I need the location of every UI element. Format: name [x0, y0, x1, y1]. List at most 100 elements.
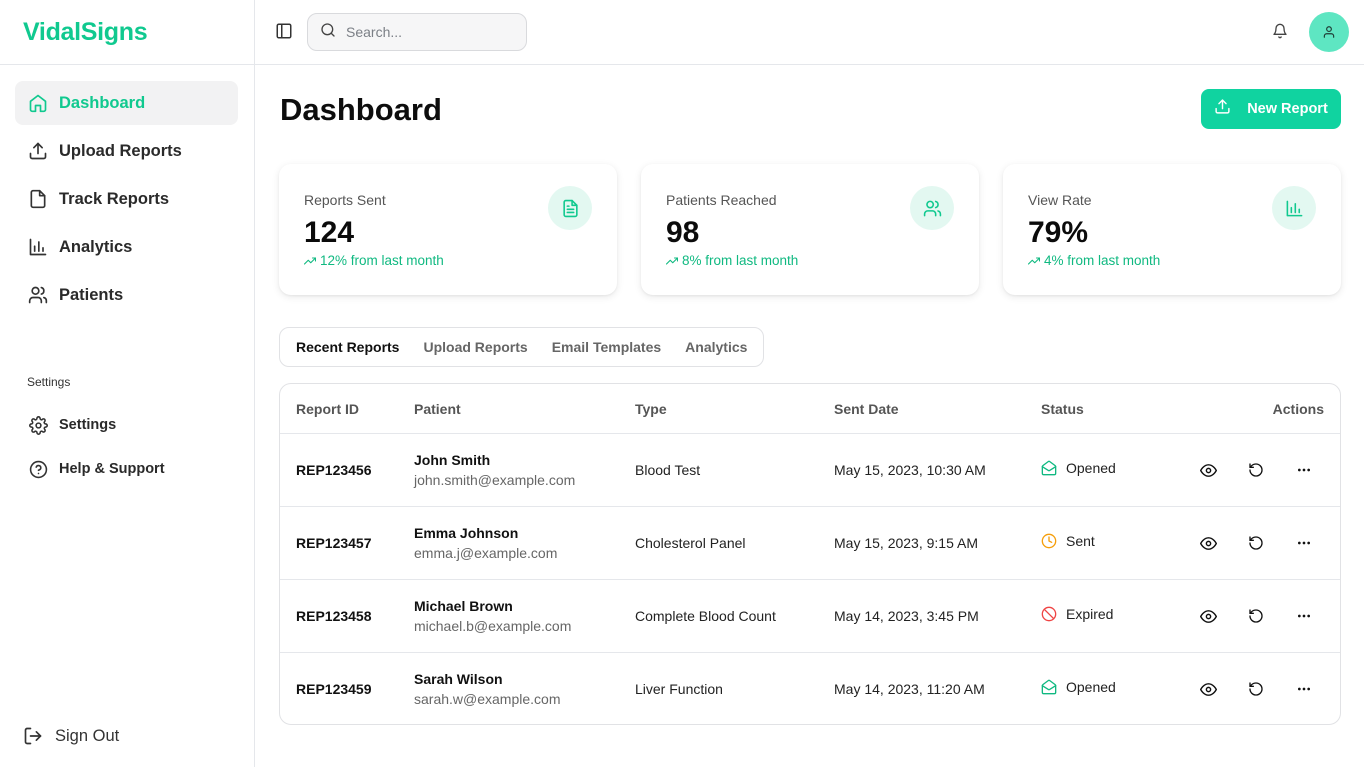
- status-badge: Sent: [1041, 533, 1095, 549]
- bar-chart-icon: [1272, 186, 1316, 230]
- brand-header: VidalSigns: [0, 0, 254, 65]
- patient-name: Sarah Wilson: [414, 671, 503, 687]
- sidebar-item-upload-reports[interactable]: Upload Reports: [15, 129, 238, 173]
- mail-open-icon: [1041, 460, 1057, 476]
- tab-email-templates[interactable]: Email Templates: [540, 331, 673, 363]
- search-input[interactable]: [346, 24, 506, 40]
- user-icon: [1323, 26, 1335, 38]
- sidebar-item-label: Analytics: [59, 237, 133, 256]
- sidebar-toggle-icon[interactable]: [275, 22, 295, 42]
- patient-email: michael.b@example.com: [414, 618, 572, 634]
- eye-icon[interactable]: [1198, 533, 1218, 553]
- trending-up-icon: [304, 256, 316, 265]
- mail-open-icon: [1041, 679, 1057, 695]
- resend-icon[interactable]: [1246, 460, 1266, 480]
- patient-name: Michael Brown: [414, 598, 513, 614]
- trending-up-icon: [1028, 256, 1040, 265]
- brand-logo-text[interactable]: VidalSigns: [23, 18, 148, 47]
- bell-icon[interactable]: [1272, 23, 1290, 41]
- stat-trend-text: 12% from last month: [320, 253, 444, 268]
- search-icon: [320, 22, 336, 43]
- table-row: REP123457 Emma Johnson emma.j@example.co…: [280, 507, 1340, 580]
- stat-card-reports-sent: Reports Sent 124 12% from last month: [279, 164, 617, 295]
- more-horizontal-icon[interactable]: [1294, 606, 1314, 626]
- new-report-button[interactable]: New Report: [1201, 89, 1341, 129]
- sent-date: May 14, 2023, 3:45 PM: [834, 608, 979, 624]
- eye-icon[interactable]: [1198, 606, 1218, 626]
- patient-name: John Smith: [414, 452, 491, 468]
- sent-date: May 15, 2023, 10:30 AM: [834, 462, 986, 478]
- home-icon: [27, 92, 49, 114]
- tab-upload-reports[interactable]: Upload Reports: [411, 331, 539, 363]
- sidebar-item-label: Settings: [59, 417, 117, 433]
- status-text: Expired: [1066, 606, 1114, 622]
- more-horizontal-icon[interactable]: [1294, 460, 1314, 480]
- patient-email: sarah.w@example.com: [414, 691, 561, 707]
- upload-icon: [1214, 98, 1231, 120]
- file-icon: [27, 188, 49, 210]
- avatar[interactable]: [1309, 12, 1349, 52]
- report-type: Blood Test: [635, 462, 701, 478]
- patient-email: emma.j@example.com: [414, 545, 558, 561]
- sidebar-item-settings[interactable]: Settings: [15, 403, 239, 447]
- sidebar-item-analytics[interactable]: Analytics: [15, 225, 238, 269]
- report-id: REP123459: [296, 681, 372, 697]
- status-text: Opened: [1066, 460, 1116, 476]
- resend-icon[interactable]: [1246, 533, 1266, 553]
- status-badge: Opened: [1041, 460, 1116, 476]
- stat-card-patients-reached: Patients Reached 98 8% from last month: [641, 164, 979, 295]
- ban-icon: [1041, 606, 1057, 622]
- more-horizontal-icon[interactable]: [1294, 679, 1314, 699]
- report-id: REP123457: [296, 535, 372, 551]
- stat-trend-text: 4% from last month: [1044, 253, 1161, 268]
- sidebar: VidalSigns Dashboard Upload Reports Trac…: [0, 0, 255, 767]
- column-header-actions: Actions: [1272, 401, 1324, 417]
- more-horizontal-icon[interactable]: [1294, 533, 1314, 553]
- sent-date: May 15, 2023, 9:15 AM: [834, 535, 978, 551]
- eye-icon[interactable]: [1198, 460, 1218, 480]
- sidebar-item-help-support[interactable]: Help & Support: [15, 447, 239, 491]
- main-nav: Dashboard Upload Reports Track Reports A…: [0, 65, 254, 317]
- report-type: Liver Function: [635, 681, 723, 697]
- page-title: Dashboard: [280, 92, 442, 127]
- stat-trend-text: 8% from last month: [682, 253, 799, 268]
- column-header-report-id: Report ID: [296, 401, 359, 417]
- eye-icon[interactable]: [1198, 679, 1218, 699]
- file-text-icon: [548, 186, 592, 230]
- stat-value: 124: [304, 216, 355, 249]
- sidebar-item-patients[interactable]: Patients: [15, 273, 238, 317]
- tab-recent-reports[interactable]: Recent Reports: [284, 331, 412, 363]
- column-header-patient: Patient: [414, 401, 461, 417]
- stat-title: Reports Sent: [304, 192, 386, 208]
- table-row: REP123459 Sarah Wilson sarah.w@example.c…: [280, 653, 1340, 724]
- help-circle-icon: [27, 458, 49, 480]
- table-row: REP123456 John Smith john.smith@example.…: [280, 434, 1340, 507]
- resend-icon[interactable]: [1246, 606, 1266, 626]
- table-row: REP123458 Michael Brown michael.b@exampl…: [280, 580, 1340, 653]
- sign-out-button[interactable]: Sign Out: [23, 725, 119, 747]
- stat-value: 79%: [1028, 216, 1089, 249]
- resend-icon[interactable]: [1246, 679, 1266, 699]
- settings-section-heading: Settings: [27, 375, 71, 389]
- settings-nav: Settings Help & Support: [15, 403, 239, 491]
- report-id: REP123456: [296, 462, 372, 478]
- sidebar-item-dashboard[interactable]: Dashboard: [15, 81, 238, 125]
- stat-value: 98: [666, 216, 700, 249]
- sidebar-item-label: Dashboard: [59, 93, 146, 112]
- tab-analytics[interactable]: Analytics: [673, 331, 759, 363]
- trending-up-icon: [666, 256, 678, 265]
- stat-trend: 8% from last month: [666, 253, 798, 268]
- status-badge: Opened: [1041, 679, 1116, 695]
- column-header-sent-date: Sent Date: [834, 401, 899, 417]
- sidebar-item-label: Patients: [59, 285, 124, 304]
- users-icon: [910, 186, 954, 230]
- status-text: Sent: [1066, 533, 1095, 549]
- users-icon: [27, 284, 49, 306]
- new-report-label: New Report: [1247, 101, 1328, 117]
- report-tabs: Recent Reports Upload Reports Email Temp…: [279, 327, 765, 367]
- sidebar-item-track-reports[interactable]: Track Reports: [15, 177, 238, 221]
- report-type: Complete Blood Count: [635, 608, 776, 624]
- bar-chart-icon: [27, 236, 49, 258]
- patient-email: john.smith@example.com: [414, 472, 576, 488]
- report-id: REP123458: [296, 608, 372, 624]
